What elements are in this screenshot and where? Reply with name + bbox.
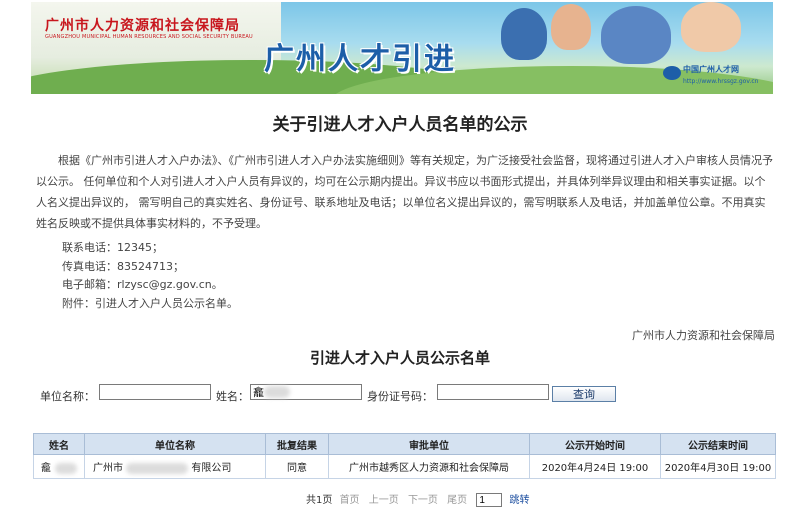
contact-email: 电子邮箱：rlzysc@gz.gov.cn。 [62,278,223,291]
table-header-row: 姓名 单位名称 批复结果 审批单位 公示开始时间 公示结束时间 [33,433,776,455]
person-name-label: 姓名： [216,390,249,403]
results-table: 姓名 单位名称 批复结果 审批单位 公示开始时间 公示结束时间 龕 广州市 有限… [33,433,776,479]
cell-unit: 广州市 有限公司 [84,454,266,479]
site-logo[interactable]: 中国广州人才网 http://www.hrssgz.gov.cn [663,60,767,90]
logo-url: http://www.hrssgz.gov.cn [683,78,759,85]
first-page-link[interactable]: 首页 [340,495,360,506]
id-number-input[interactable] [437,384,549,400]
bureau-name: 广州市人力资源和社会保障局 [45,18,240,34]
last-page-link[interactable]: 尾页 [447,495,467,506]
cell-end-time: 2020年4月30日 19:00 [660,454,776,479]
prev-page-link[interactable]: 上一页 [369,495,399,506]
banner-person-illustration [551,4,591,50]
redacted-name-blur [264,386,290,398]
column-header: 公示结束时间 [660,433,776,455]
column-header: 单位名称 [84,433,266,455]
contact-fax: 传真电话：83524713； [62,259,184,273]
pagination: 共1页 首页 上一页 下一页 尾页 跳转 [306,491,536,507]
page-number-input[interactable] [476,493,503,507]
column-header: 批复结果 [265,433,329,455]
cell-start-time: 2020年4月24日 19:00 [529,454,661,479]
redacted-unit-blur [126,462,189,474]
banner-person-illustration [681,2,741,52]
column-header: 姓名 [33,433,85,455]
logo-name: 中国广州人才网 [683,65,739,74]
issuer-signature: 广州市人力资源和社会保障局 [632,329,775,342]
page-count: 共1页 [306,495,333,506]
next-page-link[interactable]: 下一页 [408,495,438,506]
banner-slogan: 广州人才引进 [264,42,456,77]
cell-approver: 广州市越秀区人力资源和社会保障局 [328,454,530,479]
attachment-note: 附件：引进人才入户人员公示名单。 [62,296,238,310]
unit-name-input[interactable] [99,384,211,400]
banner-person-illustration [601,6,671,64]
bureau-name-english: GUANGZHOU MUNICIPAL HUMAN RESOURCES AND … [45,34,253,40]
cell-result: 同意 [265,454,329,479]
notice-paragraph: 根据《广州市引进人才入户办法》、《广州市引进人才入户办法实施细则》等有关规定，为… [36,154,773,230]
cell-name: 龕 [33,454,85,479]
id-number-label: 身份证号码： [367,390,433,403]
column-header: 审批单位 [328,433,530,455]
contact-phone: 联系电话：12345； [62,241,163,254]
unit-name-label: 单位名称： [40,390,95,403]
page-title: 关于引进人才入户人员名单的公示 [272,115,528,135]
banner-person-illustration [501,8,547,60]
search-button[interactable]: 查询 [552,386,616,402]
list-title: 引进人才入户人员公示名单 [309,349,490,367]
logo-swoosh-icon [663,66,681,80]
table-row: 龕 广州市 有限公司 同意 广州市越秀区人力资源和社会保障局 2020年4月24… [33,454,776,479]
column-header: 公示开始时间 [529,433,661,455]
header-banner: 广州市人力资源和社会保障局 GUANGZHOU MUNICIPAL HUMAN … [31,2,773,94]
jump-button[interactable]: 跳转 [510,495,530,506]
contact-info: 联系电话：12345； 传真电话：83524713； 电子邮箱：rlzysc@g… [62,239,238,313]
redacted-name-blur [55,462,78,474]
